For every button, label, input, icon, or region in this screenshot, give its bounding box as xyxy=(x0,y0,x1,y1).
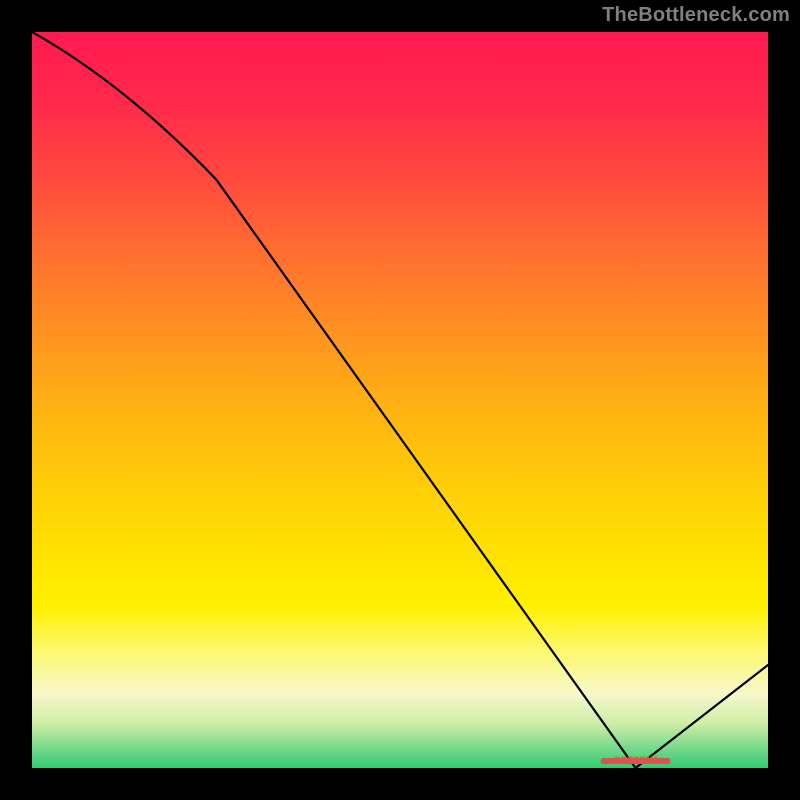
chart-frame: TheBottleneck.com OPTIMUM xyxy=(0,0,800,800)
plot-area: OPTIMUM xyxy=(32,32,768,768)
curve-line xyxy=(32,32,768,768)
optimum-label: OPTIMUM xyxy=(614,755,658,765)
watermark-text: TheBottleneck.com xyxy=(602,4,790,27)
bottleneck-curve xyxy=(32,32,768,768)
